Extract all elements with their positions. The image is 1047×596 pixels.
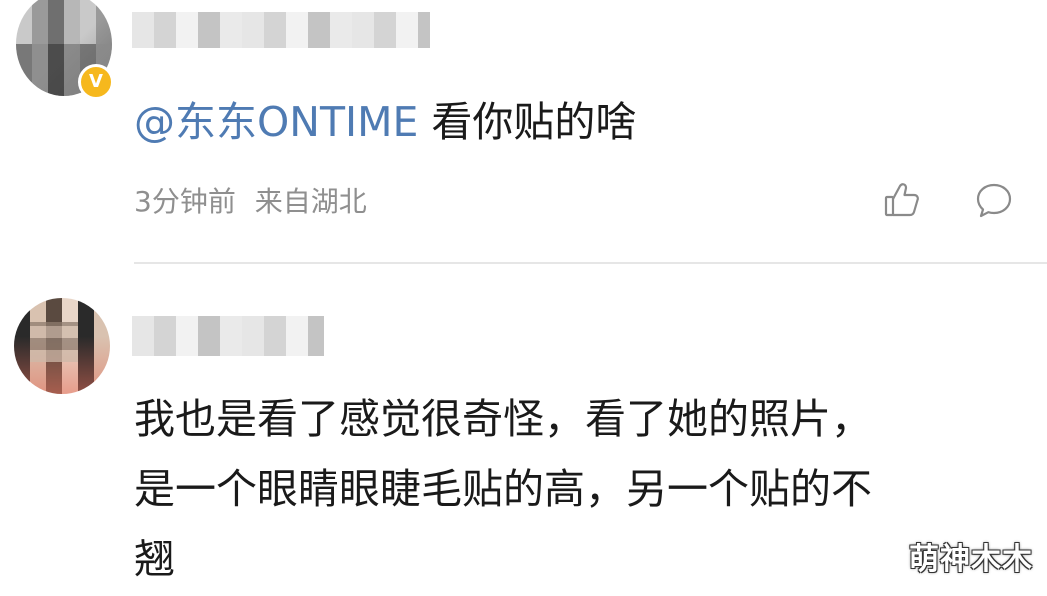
mention-link[interactable]: @东东ONTIME [134,98,418,146]
verified-badge: V [78,64,114,100]
reply-icon[interactable] [974,180,1014,220]
comment-body: 看你贴的啥 [418,98,637,146]
comment-meta: 3分钟前 来自湖北 [134,180,367,220]
comment-text: 我也是看了感觉很奇怪，看了她的照片， 是一个眼睛眼睫毛贴的高，另一个贴的不 翘 [134,384,872,594]
comment-line: 是一个眼睛眼睫毛贴的高，另一个贴的不 [134,465,872,513]
location: 来自湖北 [254,185,367,218]
like-icon[interactable] [882,180,922,220]
comment-line: 我也是看了感觉很奇怪，看了她的照片， [134,395,872,443]
timestamp: 3分钟前 [134,185,236,218]
comment-item: V @东东ONTIME 看你贴的啥 3分钟前 来自湖北 [0,0,1047,264]
comment-item: 我也是看了感觉很奇怪，看了她的照片， 是一个眼睛眼睫毛贴的高，另一个贴的不 翘 [0,264,1047,596]
comment-line: 翘 [134,535,175,583]
username-blurred[interactable] [132,316,324,356]
watermark: 萌神木木 [909,542,1033,577]
avatar[interactable] [14,298,110,394]
username-blurred[interactable] [132,12,430,48]
comment-text: @东东ONTIME 看你贴的啥 [134,92,636,152]
